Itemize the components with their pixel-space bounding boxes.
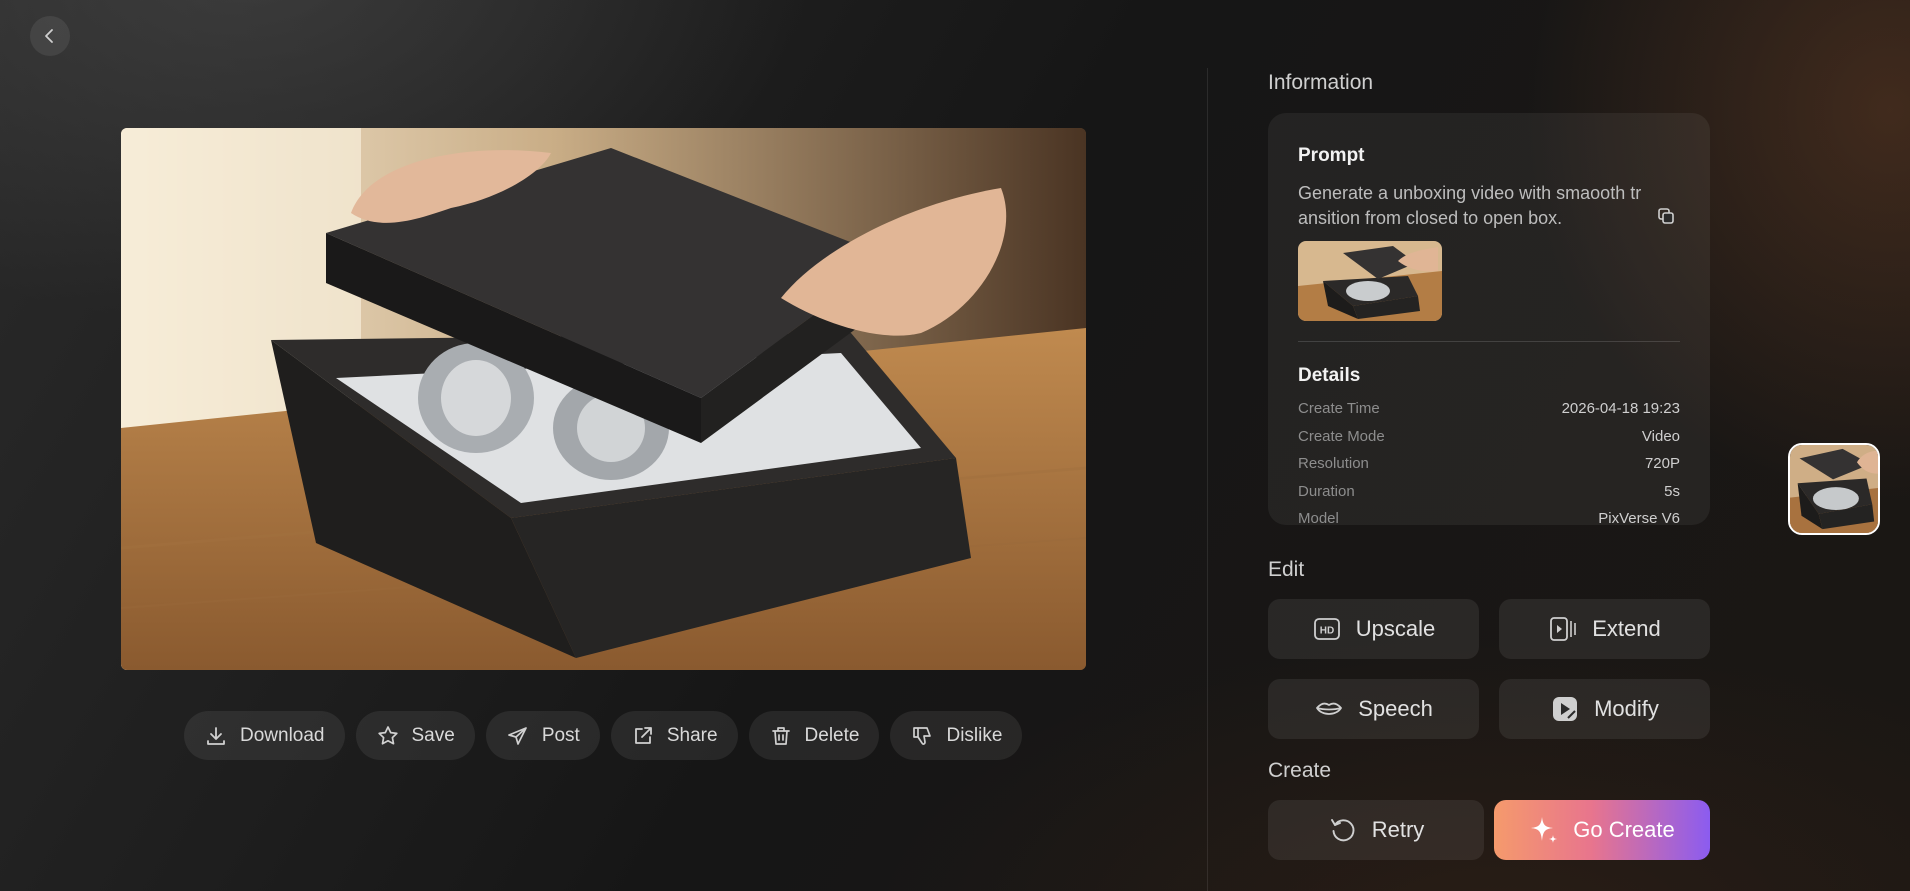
retry-button[interactable]: Retry — [1268, 800, 1484, 860]
detail-value: 5s — [1664, 482, 1680, 500]
history-thumbnail[interactable] — [1788, 443, 1880, 535]
retry-label: Retry — [1371, 817, 1425, 842]
download-label: Download — [240, 724, 325, 746]
modify-label: Modify — [1594, 696, 1659, 721]
information-card: Prompt Generate a unboxing video with sm… — [1268, 113, 1710, 525]
download-icon — [207, 726, 225, 745]
prompt-heading: Prompt — [1298, 145, 1365, 166]
thumbs-down-icon — [913, 726, 932, 745]
dislike-button[interactable]: Dislike — [890, 711, 1023, 760]
go-create-button[interactable]: Go Create — [1494, 800, 1710, 860]
create-title: Create — [1268, 759, 1332, 782]
detail-row-create-mode: Create Mode Video — [1298, 423, 1680, 451]
detail-key: Model — [1298, 510, 1339, 525]
detail-key: Create Time — [1298, 400, 1380, 418]
detail-key: Resolution — [1298, 455, 1369, 473]
unboxing-scene-image — [121, 128, 1086, 670]
modify-icon — [1553, 697, 1578, 721]
detail-row-duration: Duration 5s — [1298, 478, 1680, 506]
extend-button[interactable]: Extend — [1499, 599, 1710, 659]
star-icon — [377, 725, 398, 745]
delete-label: Delete — [804, 724, 860, 746]
details-list: Create Time 2026-04-18 19:23 Create Mode… — [1298, 395, 1680, 525]
detail-row-model: Model PixVerse V6 — [1298, 505, 1680, 525]
save-label: Save — [411, 724, 455, 746]
info-separator — [1298, 341, 1680, 342]
detail-key: Duration — [1298, 482, 1355, 500]
copy-prompt-button[interactable] — [1656, 206, 1676, 231]
prompt-reference-image[interactable] — [1298, 241, 1442, 321]
modify-button[interactable]: Modify — [1499, 679, 1710, 739]
post-button[interactable]: Post — [485, 711, 600, 760]
details-heading: Details — [1298, 365, 1361, 386]
delete-button[interactable]: Delete — [748, 711, 880, 760]
detail-value: PixVerse V6 — [1598, 510, 1680, 525]
hd-icon: HD — [1313, 618, 1340, 640]
extend-label: Extend — [1592, 616, 1661, 641]
send-icon — [507, 726, 527, 745]
speech-button[interactable]: Speech — [1268, 679, 1479, 739]
post-label: Post — [541, 724, 580, 746]
share-icon — [634, 726, 652, 744]
prompt-text: Generate a unboxing video with smaooth t… — [1298, 183, 1642, 228]
share-label: Share — [666, 724, 718, 746]
reference-thumbnail-image — [1298, 241, 1442, 321]
download-button[interactable]: Download — [184, 711, 345, 760]
share-button[interactable]: Share — [610, 711, 738, 760]
detail-value: Video — [1641, 427, 1680, 445]
copy-icon — [1658, 208, 1674, 224]
video-preview[interactable] — [121, 128, 1086, 670]
edit-title: Edit — [1268, 558, 1305, 581]
information-title: Information — [1268, 71, 1374, 94]
detail-value: 720P — [1644, 455, 1680, 473]
upscale-label: Upscale — [1355, 616, 1436, 641]
dislike-label: Dislike — [946, 724, 1003, 746]
speech-label: Speech — [1358, 696, 1433, 721]
svg-text:HD: HD — [1320, 626, 1334, 637]
lips-icon — [1316, 702, 1343, 715]
detail-row-resolution: Resolution 720P — [1298, 450, 1680, 478]
upscale-button[interactable]: HD Upscale — [1268, 599, 1479, 659]
panel-divider — [1207, 68, 1208, 891]
trash-icon — [771, 726, 790, 745]
retry-icon — [1330, 819, 1355, 842]
chevron-left-icon — [45, 29, 53, 43]
back-button[interactable] — [30, 16, 70, 56]
history-thumbnail-image — [1790, 445, 1878, 533]
detail-value: 2026-04-18 19:23 — [1561, 400, 1680, 418]
detail-row-create-time: Create Time 2026-04-18 19:23 — [1298, 395, 1680, 423]
go-create-label: Go Create — [1573, 817, 1675, 842]
detail-key: Create Mode — [1298, 427, 1385, 445]
action-bar: Download Save Post Share Delete Dislike — [184, 711, 1023, 760]
save-button[interactable]: Save — [355, 711, 475, 760]
extend-icon — [1550, 617, 1577, 641]
sparkle-icon — [1531, 817, 1558, 843]
